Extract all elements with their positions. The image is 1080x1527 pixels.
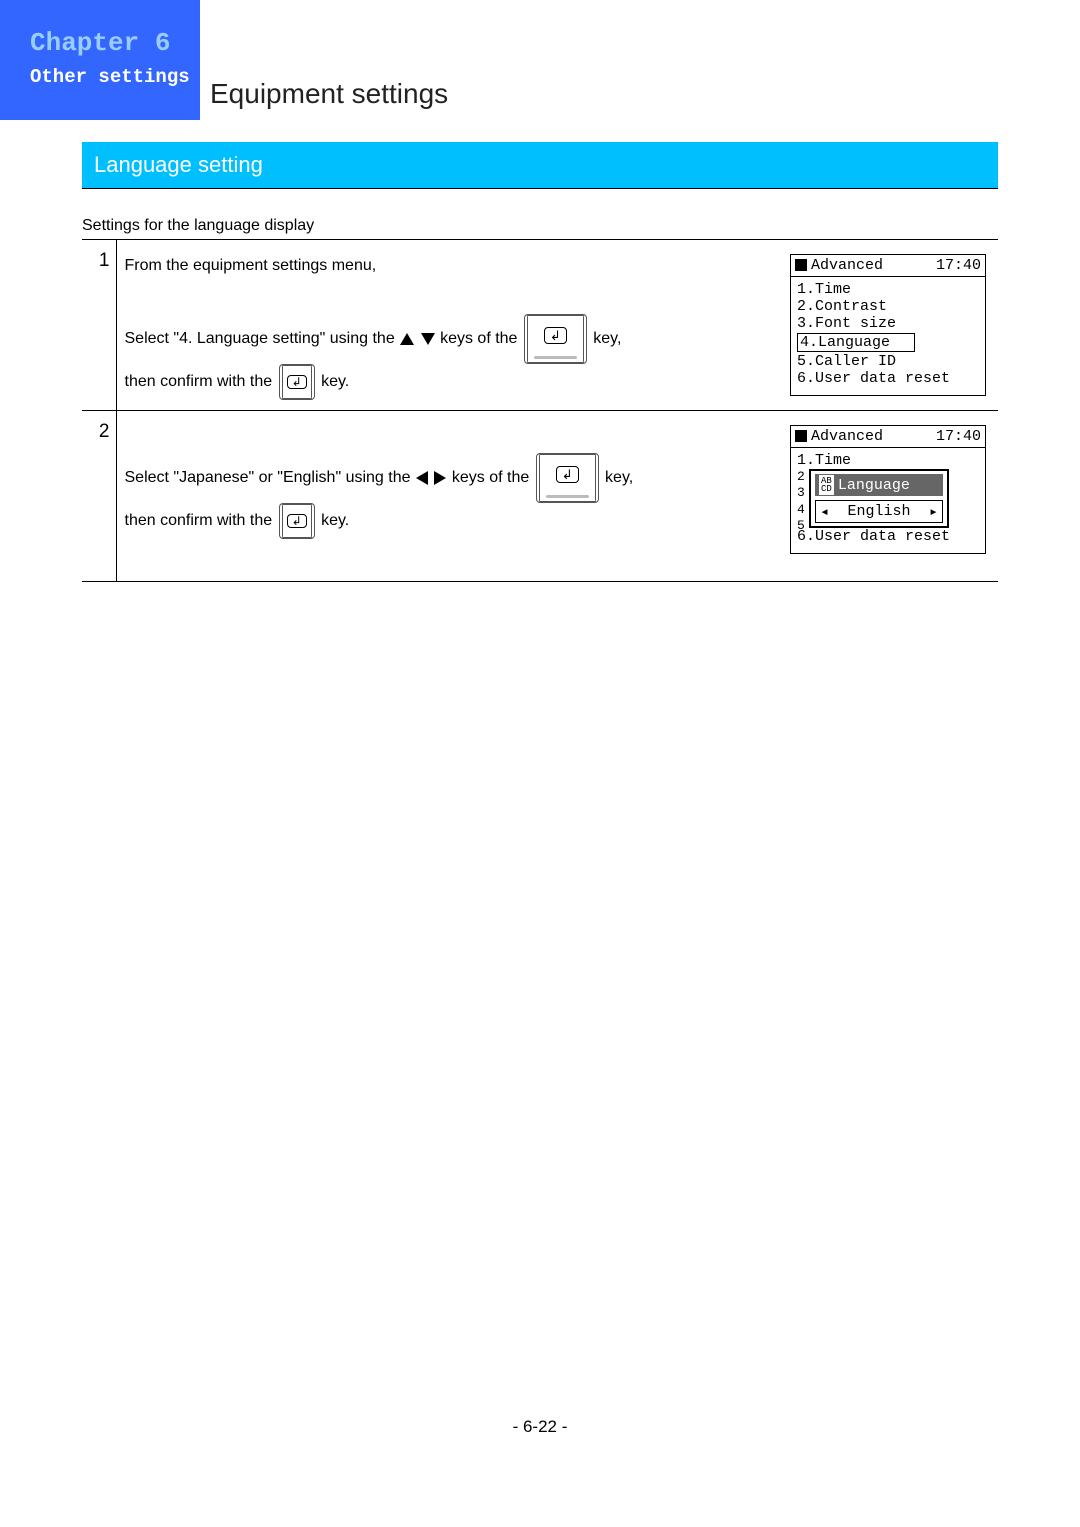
page-title: Equipment settings	[210, 78, 448, 110]
step-row-1: 1 From the equipment settings menu, Sele…	[82, 240, 998, 411]
menu-item: 6.User data reset	[797, 370, 979, 387]
chapter-tab: Chapter 6 Other settings	[0, 0, 200, 120]
square-icon	[795, 430, 807, 442]
menu-item: 5.Caller ID	[797, 353, 979, 370]
s2-t1a: Select "Japanese" or "English" using the	[125, 469, 415, 486]
step-instr-2: Select "Japanese" or "English" using the…	[116, 411, 778, 582]
dpad-key-icon: ↲	[524, 314, 587, 364]
s2-t2a: then confirm with the	[125, 512, 277, 529]
s2-t1b: keys of the	[452, 469, 534, 486]
s1-t2b: keys of the	[440, 330, 522, 347]
left-caret-icon: ◂	[820, 502, 829, 521]
page-number: - 6-22 -	[0, 1417, 1080, 1437]
enter-key-icon: ↲	[279, 364, 315, 400]
screen-2: Advanced 17:40 1.Time 2345 ABCD Language	[790, 425, 986, 554]
language-popup-header: ABCD Language	[815, 474, 943, 496]
screen1-time: 17:40	[936, 257, 981, 274]
screen-2-header: Advanced 17:40	[791, 426, 985, 448]
screen2-time: 17:40	[936, 428, 981, 445]
step1-screen-col: Advanced 17:40 1.Time 2.Contrast 3.Font …	[778, 240, 998, 411]
enter-key-icon: ↲	[279, 503, 315, 539]
step-instr-1: From the equipment settings menu, Select…	[116, 240, 778, 411]
language-popup-wrap: 2345 ABCD Language ◂ English ▸	[791, 469, 979, 528]
s1-t2c: key,	[593, 330, 621, 347]
menu-item: 6.User data reset	[797, 528, 979, 545]
step-num-1: 1	[82, 240, 116, 411]
s1-t1: From the equipment settings menu,	[125, 257, 377, 274]
screen2-title: Advanced	[811, 428, 883, 445]
menu-item: 3.Font size	[797, 315, 979, 332]
step2-screen-col: Advanced 17:40 1.Time 2345 ABCD Language	[778, 411, 998, 582]
menu-item: 1.Time	[797, 452, 979, 469]
s1-t3a: then confirm with the	[125, 373, 277, 390]
left-arrow-icon	[416, 471, 428, 485]
language-selector: ◂ English ▸	[815, 500, 943, 523]
content: Settings for the language display 1 From…	[82, 217, 998, 582]
chapter-line: Chapter 6	[30, 28, 200, 58]
s1-t3b: key.	[321, 373, 349, 390]
s1-t2a: Select "4. Language setting" using the	[125, 330, 400, 347]
popup-value: English	[847, 503, 910, 520]
screen1-body: 1.Time 2.Contrast 3.Font size 4.Language…	[791, 277, 985, 395]
steps-table: 1 From the equipment settings menu, Sele…	[82, 240, 998, 582]
dpad-key-icon: ↲	[536, 453, 599, 503]
language-popup: ABCD Language ◂ English ▸	[809, 469, 949, 528]
s2-t1c: key,	[605, 469, 633, 486]
step-row-2: 2 Select "Japanese" or "English" using t…	[82, 411, 998, 582]
menu-item: 2.Contrast	[797, 298, 979, 315]
chapter-num: 6	[155, 28, 171, 58]
menu-item-highlight: 4.Language	[797, 332, 979, 353]
hidden-digits: 2345	[797, 469, 805, 534]
screen2-body: 1.Time 2345 ABCD Language ◂ English	[791, 448, 985, 553]
chapter-subtitle: Other settings	[30, 66, 200, 88]
section-heading: Language setting	[82, 142, 998, 189]
s2-t2b: key.	[321, 512, 349, 529]
intro-text: Settings for the language display	[82, 217, 998, 240]
menu-item: 1.Time	[797, 281, 979, 298]
popup-title: Language	[838, 477, 910, 494]
header: Chapter 6 Other settings Equipment setti…	[0, 0, 1080, 120]
screen1-title: Advanced	[811, 257, 883, 274]
chapter-label: Chapter	[30, 28, 139, 58]
down-arrow-icon	[421, 333, 435, 345]
square-icon	[795, 259, 807, 271]
ab-icon: ABCD	[819, 475, 834, 495]
step-num-2: 2	[82, 411, 116, 582]
right-arrow-icon	[434, 471, 446, 485]
right-caret-icon: ▸	[929, 502, 938, 521]
screen-1: Advanced 17:40 1.Time 2.Contrast 3.Font …	[790, 254, 986, 396]
up-arrow-icon	[400, 333, 414, 345]
screen-1-header: Advanced 17:40	[791, 255, 985, 277]
